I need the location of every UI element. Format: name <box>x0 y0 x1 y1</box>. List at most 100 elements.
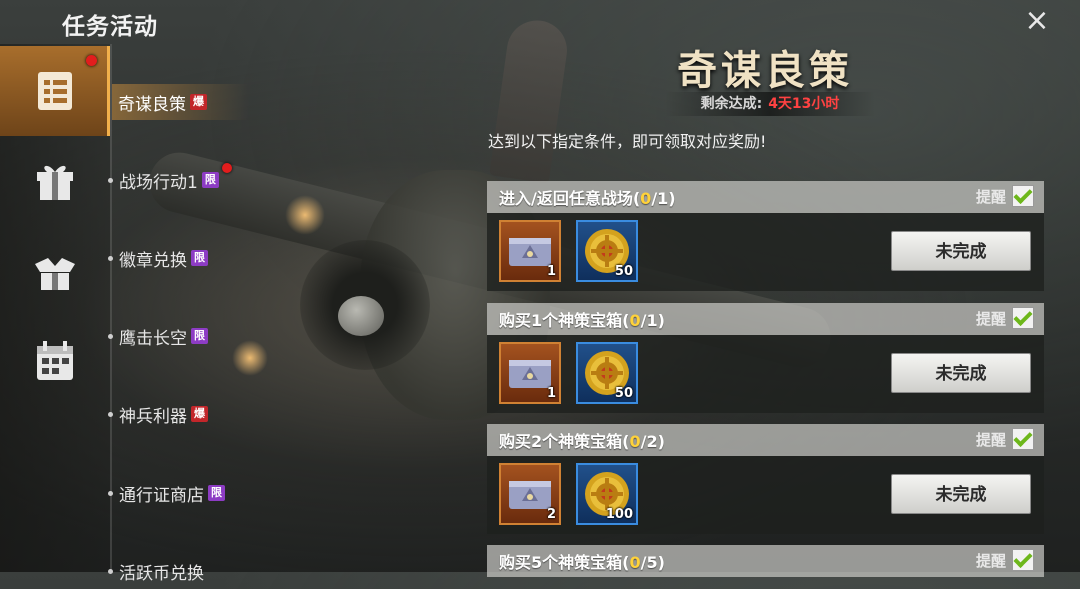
remind-label: 提醒 <box>975 309 1006 328</box>
task-status-button[interactable]: 未完成 <box>891 353 1031 393</box>
remind-toggle[interactable]: 提醒 <box>976 307 1034 329</box>
bullet-icon <box>108 333 113 339</box>
remind-label: 提醒 <box>975 430 1006 449</box>
bullet-icon <box>108 255 113 261</box>
event-title: 奇谋良策 <box>677 47 853 94</box>
task-header: 购买2个神策宝箱(0/2) 提醒 <box>487 424 1044 456</box>
remind-toggle[interactable]: 提醒 <box>976 549 1034 571</box>
task-header: 进入/返回任意战场(0/1) 提醒 <box>487 181 1044 213</box>
task-status-button[interactable]: 未完成 <box>891 474 1031 514</box>
bullet-icon <box>108 490 113 496</box>
aircraft-hub <box>338 296 384 336</box>
task-title: 购买5个神策宝箱(0/5) <box>499 553 665 572</box>
event-instruction: 达到以下指定条件，即可领取对应奖励! <box>488 132 767 151</box>
task-body: 1 50 未完成 <box>487 335 1044 413</box>
remind-checkbox[interactable] <box>1012 428 1034 450</box>
reward-chest[interactable]: 1 <box>499 342 561 404</box>
gift-box-icon <box>37 165 73 200</box>
remaining-time: 剩余达成: 4天13小时 <box>665 92 875 116</box>
sidebar-item-label: 通行证商店 <box>119 485 204 506</box>
limited-badge: 限 <box>201 172 219 188</box>
bullet-icon <box>108 568 113 574</box>
task-progress-total: /1 <box>651 189 669 208</box>
task-progress-total: /5 <box>640 553 658 572</box>
task-progress-total: /2 <box>640 432 658 451</box>
limited-badge: 限 <box>191 250 208 266</box>
explosion-flare <box>285 195 325 235</box>
task-name: 购买5个神策宝箱 <box>499 553 623 572</box>
sidebar-item-divine-weapons[interactable]: 神兵利器 爆 <box>108 396 208 432</box>
sidebar-item-active-coin-exchange[interactable]: 活跃币兑换 <box>108 553 204 589</box>
sidebar-category-open-gifts[interactable] <box>0 226 110 316</box>
sidebar-item-battle-action[interactable]: 战场行动1 限 <box>108 162 219 198</box>
task-card: 进入/返回任意战场(0/1) 提醒 1 50 未完成 <box>487 181 1044 291</box>
sidebar-item-badge-exchange[interactable]: 徽章兑换 限 <box>108 240 208 276</box>
sidebar-item-pass-shop[interactable]: 通行证商店 限 <box>108 475 225 511</box>
remind-checkbox[interactable] <box>1012 549 1034 571</box>
reward-quantity: 2 <box>546 507 556 522</box>
bullet-icon <box>108 177 113 183</box>
open-gift-icon <box>35 258 75 290</box>
explosion-flare <box>232 340 268 376</box>
reward-quantity: 1 <box>546 386 556 401</box>
task-progress-done: 0 <box>629 432 641 451</box>
remind-checkbox[interactable] <box>1012 307 1034 329</box>
task-progress-done: 0 <box>640 189 652 208</box>
remind-label: 提醒 <box>975 551 1006 570</box>
limited-badge: 限 <box>191 328 208 344</box>
remind-toggle[interactable]: 提醒 <box>976 185 1034 207</box>
sidebar-item-label: 神兵利器 <box>119 406 187 427</box>
reward-coin[interactable]: 50 <box>576 220 638 282</box>
reward-quantity: 50 <box>614 386 633 401</box>
sidebar-item-label: 鹰击长空 <box>119 328 187 349</box>
sidebar-item-label: 战场行动1 <box>119 172 198 193</box>
task-title: 购买2个神策宝箱(0/2) <box>499 432 665 451</box>
calendar-icon <box>37 341 73 380</box>
sidebar-item-qimou[interactable]: 奇谋良策 爆 <box>112 84 248 120</box>
task-body: 1 50 未完成 <box>487 213 1044 291</box>
reward-chest[interactable]: 1 <box>499 220 561 282</box>
remind-checkbox[interactable] <box>1012 185 1034 207</box>
sidebar-category-calendar[interactable] <box>0 316 110 406</box>
reward-quantity: 50 <box>614 264 633 279</box>
task-card: 购买1个神策宝箱(0/1) 提醒 1 50 未完成 <box>487 303 1044 413</box>
task-progress-total: /1 <box>640 311 658 330</box>
remind-label: 提醒 <box>975 187 1006 206</box>
task-progress-done: 0 <box>629 553 641 572</box>
task-header: 购买5个神策宝箱(0/5) 提醒 <box>487 545 1044 577</box>
reward-quantity: 1 <box>546 264 556 279</box>
task-card: 购买2个神策宝箱(0/2) 提醒 2 100 未完成 <box>487 424 1044 534</box>
task-body: 2 100 未完成 <box>487 456 1044 534</box>
limited-badge: 限 <box>208 485 225 501</box>
notification-dot <box>222 163 232 173</box>
reward-chest[interactable]: 2 <box>499 463 561 525</box>
bullet-icon <box>108 411 113 417</box>
task-header: 购买1个神策宝箱(0/1) 提醒 <box>487 303 1044 335</box>
close-icon[interactable]: × <box>1022 6 1052 36</box>
sidebar-item-label: 活跃币兑换 <box>119 563 204 584</box>
hot-badge: 爆 <box>190 94 207 110</box>
reward-quantity: 100 <box>605 507 633 522</box>
task-progress-done: 0 <box>629 311 641 330</box>
remind-toggle[interactable]: 提醒 <box>976 428 1034 450</box>
task-card: 购买5个神策宝箱(0/5) 提醒 <box>487 545 1044 577</box>
remaining-label: 剩余达成: <box>700 96 763 112</box>
sidebar-item-eagle-strike[interactable]: 鹰击长空 限 <box>108 318 208 354</box>
task-title: 进入/返回任意战场(0/1) <box>499 189 676 208</box>
task-status-button[interactable]: 未完成 <box>891 231 1031 271</box>
sidebar-item-label: 奇谋良策 <box>118 94 186 115</box>
remaining-value: 4天13小时 <box>768 96 840 112</box>
reward-coin[interactable]: 100 <box>576 463 638 525</box>
task-name: 购买1个神策宝箱 <box>499 311 623 330</box>
sidebar-category-gifts[interactable] <box>0 136 110 226</box>
sidebar-item-label: 徽章兑换 <box>119 250 187 271</box>
window-title: 任务活动 <box>62 14 158 40</box>
task-title: 购买1个神策宝箱(0/1) <box>499 311 665 330</box>
aircraft-tail <box>489 16 571 184</box>
reward-coin[interactable]: 50 <box>576 342 638 404</box>
task-name: 进入/返回任意战场 <box>499 189 633 208</box>
hot-badge: 爆 <box>191 406 208 422</box>
task-list-icon <box>38 72 72 110</box>
notification-dot <box>86 55 97 66</box>
task-name: 购买2个神策宝箱 <box>499 432 623 451</box>
